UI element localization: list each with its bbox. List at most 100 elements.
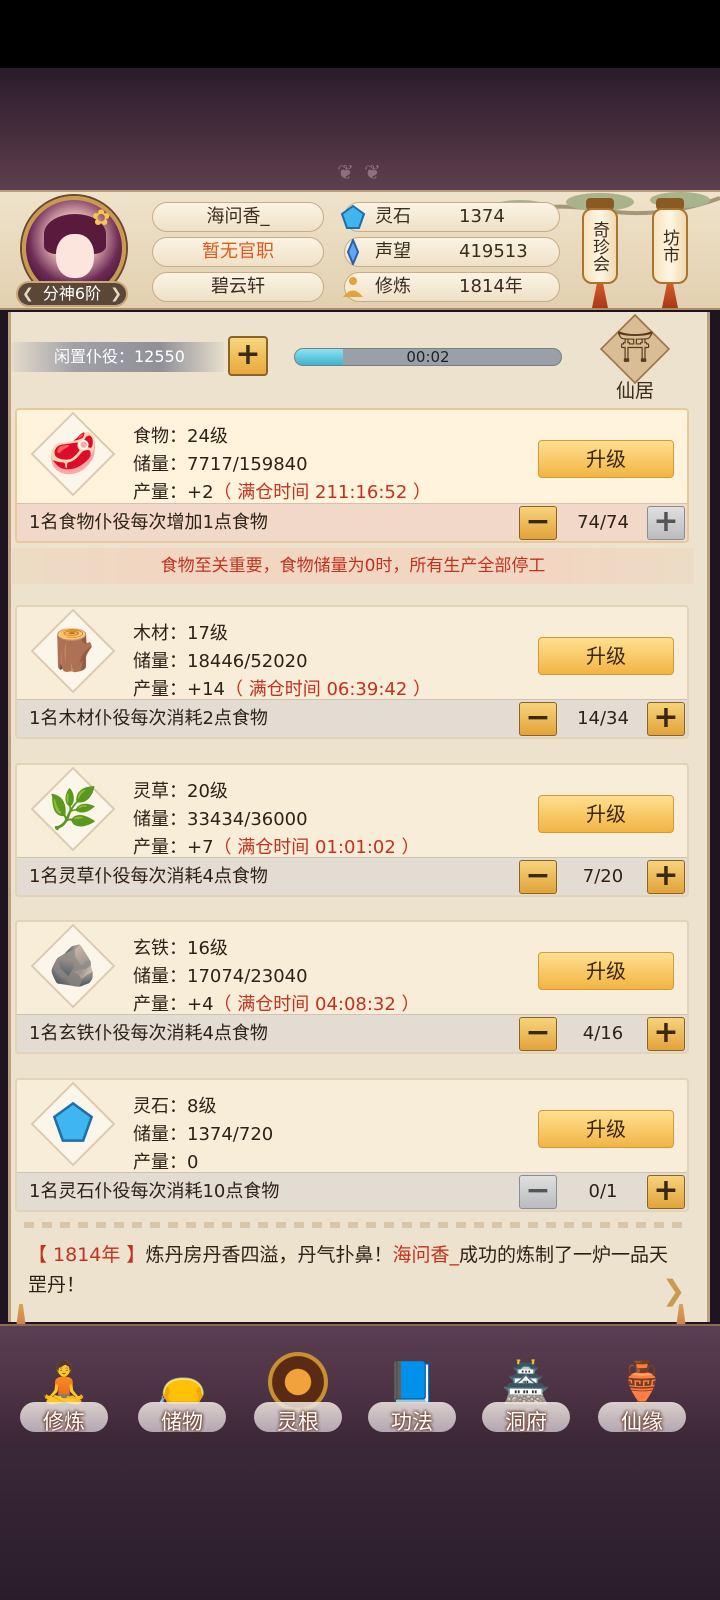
servant-timer-progress: 00:02 bbox=[294, 348, 562, 366]
resource-card-herb: 🌿 灵草：20级 储量：33434/36000 产量：+7（ 满仓时间 01:0… bbox=[15, 763, 689, 897]
servant-count: 7/20 bbox=[582, 866, 624, 887]
increase-servant-button[interactable]: + bbox=[647, 702, 685, 736]
realm-rank-badge: ❮ 分神6阶 ❯ bbox=[16, 281, 128, 307]
iron-icon-frame: 🪨 bbox=[30, 923, 116, 1009]
card-full-time: （ 满仓时间 211:16:52 ） bbox=[213, 482, 432, 503]
increase-servant-button[interactable]: + bbox=[647, 1017, 685, 1051]
resource-card-iron: 🪨 玄铁：16级 储量：17074/23040 产量：+4（ 满仓时间 04:0… bbox=[15, 920, 689, 1054]
card-output: 产量：+14 bbox=[133, 679, 225, 700]
rank-label: 分神6阶 bbox=[42, 284, 102, 303]
player-name: 海问香_ bbox=[152, 202, 324, 232]
resource-value: 1374 bbox=[459, 206, 505, 227]
resource-label: 灵石 bbox=[375, 206, 411, 227]
lantern-tassel bbox=[592, 284, 608, 308]
card-level: 灵草：20级 bbox=[133, 781, 228, 802]
card-level: 玄铁：16级 bbox=[133, 938, 228, 959]
food-icon-frame: 🥩 bbox=[30, 411, 116, 497]
lantern-tassel bbox=[662, 284, 678, 308]
card-output: 产量：+7 bbox=[133, 837, 214, 858]
reputation-icon bbox=[337, 236, 369, 268]
log-player-name: 海问香_ bbox=[392, 1244, 459, 1266]
ornament-decoration: ❦ ❦ bbox=[337, 160, 383, 184]
nav-cultivate[interactable]: 🧘 修炼 bbox=[14, 1342, 114, 1442]
decrease-servant-button[interactable]: − bbox=[519, 860, 557, 894]
bottom-navigation: 🧘 修炼 👝 储物 灵根 📘 功法 🏯 洞府 🏺 仙缘 bbox=[0, 1324, 720, 1448]
rank-left-ornament: ❮ bbox=[22, 286, 34, 302]
increase-servant-button[interactable]: + bbox=[647, 860, 685, 894]
resource-cultivation: 修炼 1814年 bbox=[343, 272, 560, 302]
lantern-label: 奇珍会 bbox=[582, 208, 618, 284]
upgrade-button[interactable]: 升级 bbox=[538, 795, 674, 833]
increase-servant-button[interactable]: + bbox=[647, 506, 685, 540]
market-lantern[interactable]: 坊市 bbox=[652, 198, 688, 308]
immortal-residence-button[interactable]: ⛩ 仙居 bbox=[594, 313, 676, 404]
nav-label: 灵根 bbox=[277, 1410, 319, 1434]
upgrade-button[interactable]: 升级 bbox=[538, 637, 674, 675]
card-output-line: 产量：+7（ 满仓时间 01:01:02 ） bbox=[133, 833, 420, 859]
card-full-time: （ 满仓时间 06:39:42 ） bbox=[225, 679, 432, 700]
decrease-servant-button[interactable]: − bbox=[519, 1175, 557, 1209]
card-output-line: 产量：+2（ 满仓时间 211:16:52 ） bbox=[133, 478, 431, 504]
card-output: 产量：0 bbox=[133, 1152, 199, 1173]
servant-description: 1名灵草仆役每次消耗4点食物 bbox=[29, 866, 268, 887]
meditation-icon bbox=[337, 271, 369, 303]
servant-description: 1名木材仆役每次消耗2点食物 bbox=[29, 708, 268, 729]
residence-label: 仙居 bbox=[615, 380, 654, 402]
nav-storage[interactable]: 👝 储物 bbox=[132, 1342, 232, 1442]
nav-label: 储物 bbox=[161, 1410, 203, 1434]
resource-label: 修炼 bbox=[375, 276, 411, 297]
servant-count: 74/74 bbox=[577, 512, 629, 533]
wood-icon: 🪵 bbox=[48, 628, 98, 674]
resource-reputation: 声望 419513 bbox=[344, 237, 560, 267]
nav-label: 修炼 bbox=[43, 1410, 85, 1434]
expand-log-arrow-icon[interactable]: ❯ bbox=[662, 1274, 685, 1307]
card-output-line: 产量：0 bbox=[133, 1148, 198, 1174]
card-full-time: （ 满仓时间 04:08:32 ） bbox=[213, 994, 420, 1015]
resource-label: 声望 bbox=[375, 241, 411, 262]
nav-label: 功法 bbox=[391, 1410, 433, 1434]
player-official-title[interactable]: 暂无官职 bbox=[152, 237, 324, 267]
nav-label: 洞府 bbox=[505, 1410, 547, 1434]
upgrade-button[interactable]: 升级 bbox=[538, 952, 674, 990]
card-full-time: （ 满仓时间 01:01:02 ） bbox=[213, 837, 420, 858]
card-storage: 储量：17074/23040 bbox=[133, 966, 308, 987]
card-level: 食物：24级 bbox=[133, 426, 228, 447]
servant-row: 1名灵草仆役每次消耗4点食物 − 7/20 + bbox=[17, 857, 687, 895]
increase-servant-button[interactable]: + bbox=[647, 1175, 685, 1209]
decrease-servant-button[interactable]: − bbox=[519, 702, 557, 736]
treasure-auction-lantern[interactable]: 奇珍会 bbox=[582, 198, 618, 308]
servant-count: 4/16 bbox=[582, 1023, 624, 1044]
servant-count: 14/34 bbox=[577, 708, 629, 729]
upgrade-button[interactable]: 升级 bbox=[538, 1110, 674, 1148]
decrease-servant-button[interactable]: − bbox=[519, 1017, 557, 1051]
resource-card-spirit-stone: 灵石：8级 储量：1374/720 产量：0 升级 1名灵石仆役每次消耗10点食… bbox=[15, 1078, 689, 1212]
card-storage: 储量：18446/52020 bbox=[133, 651, 308, 672]
upgrade-button[interactable]: 升级 bbox=[538, 440, 674, 478]
nav-fortune[interactable]: 🏺 仙缘 bbox=[592, 1342, 692, 1442]
nav-cave-dwelling[interactable]: 🏯 洞府 bbox=[476, 1342, 576, 1442]
add-servant-button[interactable]: + bbox=[228, 336, 268, 376]
resource-value: 1814年 bbox=[459, 276, 523, 297]
card-output-line: 产量：+14（ 满仓时间 06:39:42 ） bbox=[133, 675, 431, 701]
spirit-stone-icon-frame bbox=[30, 1081, 116, 1167]
nav-spirit-root[interactable]: 灵根 bbox=[248, 1342, 348, 1442]
meat-icon: 🥩 bbox=[48, 431, 98, 477]
card-storage: 储量：1374/720 bbox=[133, 1124, 274, 1145]
avatar-face bbox=[56, 234, 94, 278]
decrease-servant-button[interactable]: − bbox=[519, 506, 557, 540]
log-year: 【 1814年 】 bbox=[28, 1244, 146, 1266]
spirit-stone-icon bbox=[37, 1100, 109, 1154]
card-output-line: 产量：+4（ 满仓时间 04:08:32 ） bbox=[133, 990, 420, 1016]
servant-row: 1名食物仆役每次增加1点食物 − 74/74 + bbox=[17, 503, 687, 541]
nav-techniques[interactable]: 📘 功法 bbox=[362, 1342, 462, 1442]
ornamental-divider bbox=[24, 1222, 688, 1228]
resource-card-wood: 🪵 木材：17级 储量：18446/52020 产量：+14（ 满仓时间 06:… bbox=[15, 605, 689, 739]
food-warning-banner: 食物至关重要，食物储量为0时，所有生产全部停工 bbox=[12, 548, 694, 584]
resource-spirit-stone: 灵石 1374 bbox=[340, 202, 560, 232]
player-sect[interactable]: 碧云轩 bbox=[152, 272, 324, 302]
servant-description: 1名食物仆役每次增加1点食物 bbox=[29, 512, 268, 533]
event-log: 【 1814年 】炼丹房丹香四溢，丹气扑鼻！海问香_成功的炼制了一炉一品天罡丹！ bbox=[28, 1240, 678, 1300]
herb-icon: 🌿 bbox=[48, 786, 98, 832]
card-level: 灵石：8级 bbox=[133, 1096, 217, 1117]
idle-servants-label: 闲置仆役：12550 bbox=[12, 342, 224, 372]
